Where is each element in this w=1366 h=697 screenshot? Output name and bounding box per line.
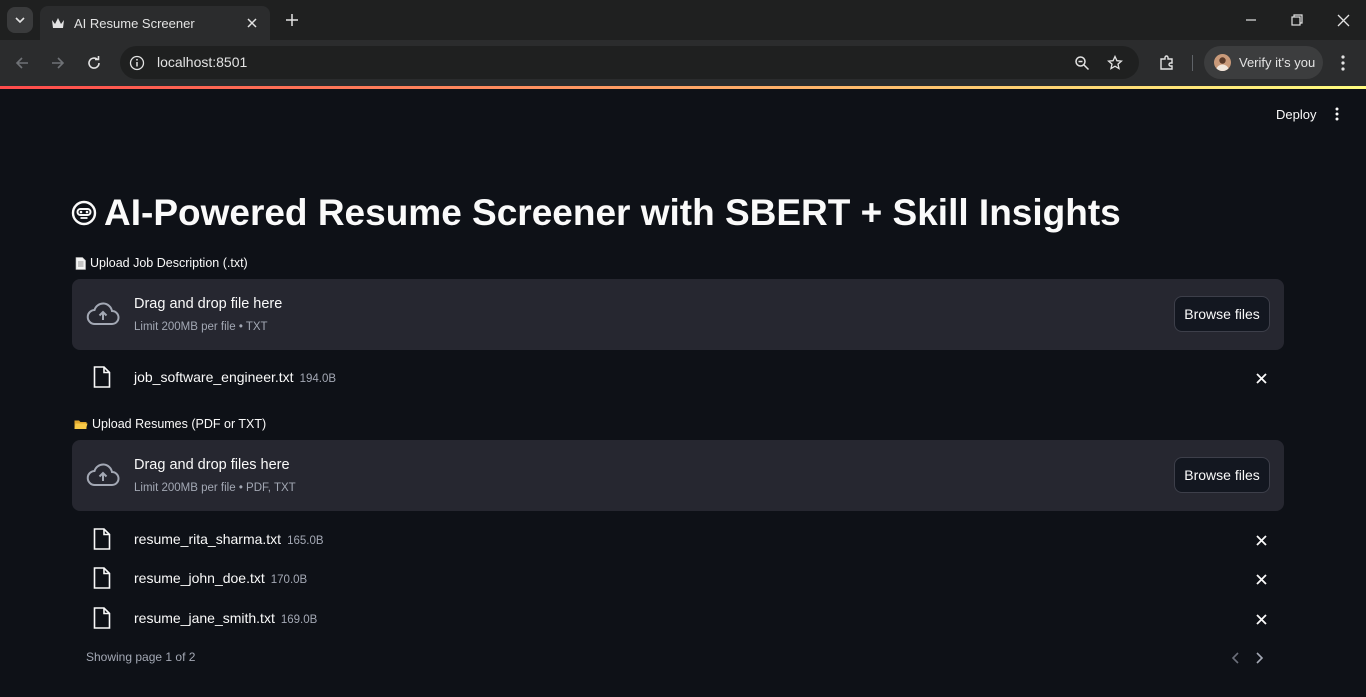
toolbar-divider — [1192, 55, 1193, 71]
uploaded-file-row: resume_john_doe.txt 170.0B — [72, 563, 1284, 593]
file-size: 170.0B — [270, 574, 308, 586]
file-icon — [92, 527, 112, 551]
browser-tab-bar: AI Resume Screener — [0, 0, 1366, 40]
uploaded-file-row: resume_jane_smith.txt 169.0B — [72, 603, 1284, 633]
pagination-text: Showing page 1 of 2 — [86, 650, 196, 664]
remove-file-icon[interactable] — [1252, 531, 1270, 549]
previous-page-button[interactable] — [1227, 649, 1245, 667]
reload-button[interactable] — [83, 52, 105, 74]
browser-menu-button[interactable] — [1336, 52, 1350, 74]
robot-face-icon — [70, 199, 98, 227]
file-size: 165.0B — [287, 535, 324, 547]
forward-button[interactable] — [47, 52, 69, 74]
more-vertical-icon — [1341, 55, 1345, 71]
job-dropzone[interactable]: Drag and drop file here Limit 200MB per … — [72, 279, 1284, 350]
bookmark-star-icon[interactable] — [1105, 53, 1125, 73]
deploy-button[interactable]: Deploy — [1268, 104, 1324, 124]
chevron-right-icon — [1256, 652, 1264, 664]
profile-button[interactable]: Verify it's you — [1204, 46, 1323, 79]
page-title: AI-Powered Resume Screener with SBERT + … — [70, 192, 1121, 234]
zoom-icon[interactable] — [1072, 53, 1092, 73]
app-menu-button[interactable] — [1328, 104, 1346, 124]
file-name: resume_john_doe.txt 170.0B — [134, 570, 308, 586]
cloud-upload-icon — [86, 299, 120, 329]
remove-file-icon[interactable] — [1252, 369, 1270, 387]
job-dropzone-limit: Limit 200MB per file • TXT — [134, 321, 268, 333]
cloud-upload-icon — [86, 460, 120, 490]
resume-browse-files-button[interactable]: Browse files — [1174, 457, 1270, 493]
file-icon — [92, 566, 112, 590]
profile-label: Verify it's you — [1239, 55, 1316, 70]
chevron-left-icon — [1231, 652, 1239, 664]
resume-dropzone[interactable]: Drag and drop files here Limit 200MB per… — [72, 440, 1284, 511]
minimize-button[interactable] — [1241, 10, 1261, 30]
file-icon — [92, 365, 112, 389]
chevron-down-icon — [15, 17, 25, 24]
arrow-left-icon — [15, 57, 28, 69]
file-name: resume_jane_smith.txt 169.0B — [134, 610, 318, 626]
tab-search-button[interactable] — [7, 7, 33, 33]
next-page-button[interactable] — [1250, 649, 1268, 667]
file-name: resume_rita_sharma.txt 165.0B — [134, 531, 324, 547]
plus-icon — [286, 14, 298, 26]
tab-title: AI Resume Screener — [74, 15, 195, 31]
minimize-icon — [1246, 19, 1256, 21]
close-tab-icon[interactable] — [244, 15, 260, 31]
avatar — [1214, 54, 1231, 71]
more-vertical-icon — [1335, 107, 1339, 121]
site-info-icon[interactable] — [128, 54, 146, 72]
folder-icon — [74, 418, 88, 431]
resume-dropzone-limit: Limit 200MB per file • PDF, TXT — [134, 482, 296, 494]
remove-file-icon[interactable] — [1252, 610, 1270, 628]
back-button[interactable] — [11, 52, 33, 74]
restore-icon — [1291, 14, 1303, 26]
resume-upload-label: Upload Resumes (PDF or TXT) — [74, 417, 266, 431]
remove-file-icon[interactable] — [1252, 570, 1270, 588]
uploaded-file-row: job_software_engineer.txt 194.0B — [72, 362, 1284, 392]
resume-dropzone-text: Drag and drop files here — [134, 457, 290, 473]
close-icon — [1337, 14, 1349, 26]
address-bar[interactable]: localhost:8501 — [120, 46, 1139, 79]
file-size: 194.0B — [299, 373, 337, 385]
new-tab-button[interactable] — [282, 10, 302, 30]
puzzle-icon — [1160, 55, 1173, 70]
resume-upload-label-text: Upload Resumes (PDF or TXT) — [92, 417, 267, 431]
url-text[interactable]: localhost:8501 — [157, 54, 247, 70]
extensions-button[interactable] — [1156, 52, 1178, 74]
job-dropzone-text: Drag and drop file here — [134, 296, 283, 312]
file-icon — [92, 606, 112, 630]
file-size: 169.0B — [280, 614, 318, 626]
restore-button[interactable] — [1287, 10, 1307, 30]
job-upload-label: Upload Job Description (.txt) — [74, 256, 248, 270]
streamlit-decoration-bar — [0, 86, 1366, 89]
job-upload-label-text: Upload Job Description (.txt) — [90, 256, 248, 270]
reload-icon — [88, 56, 100, 69]
job-browse-files-button[interactable]: Browse files — [1174, 296, 1270, 332]
page-icon — [74, 256, 86, 270]
arrow-right-icon — [52, 57, 65, 69]
file-name: job_software_engineer.txt 194.0B — [134, 369, 337, 385]
uploaded-file-row: resume_rita_sharma.txt 165.0B — [72, 524, 1284, 554]
browser-tab[interactable]: AI Resume Screener — [40, 6, 270, 40]
page-title-text: AI-Powered Resume Screener with SBERT + … — [104, 192, 1121, 233]
streamlit-crown-icon — [50, 15, 66, 31]
close-window-button[interactable] — [1333, 10, 1353, 30]
browser-toolbar: localhost:8501 Verify it's you — [0, 40, 1366, 86]
